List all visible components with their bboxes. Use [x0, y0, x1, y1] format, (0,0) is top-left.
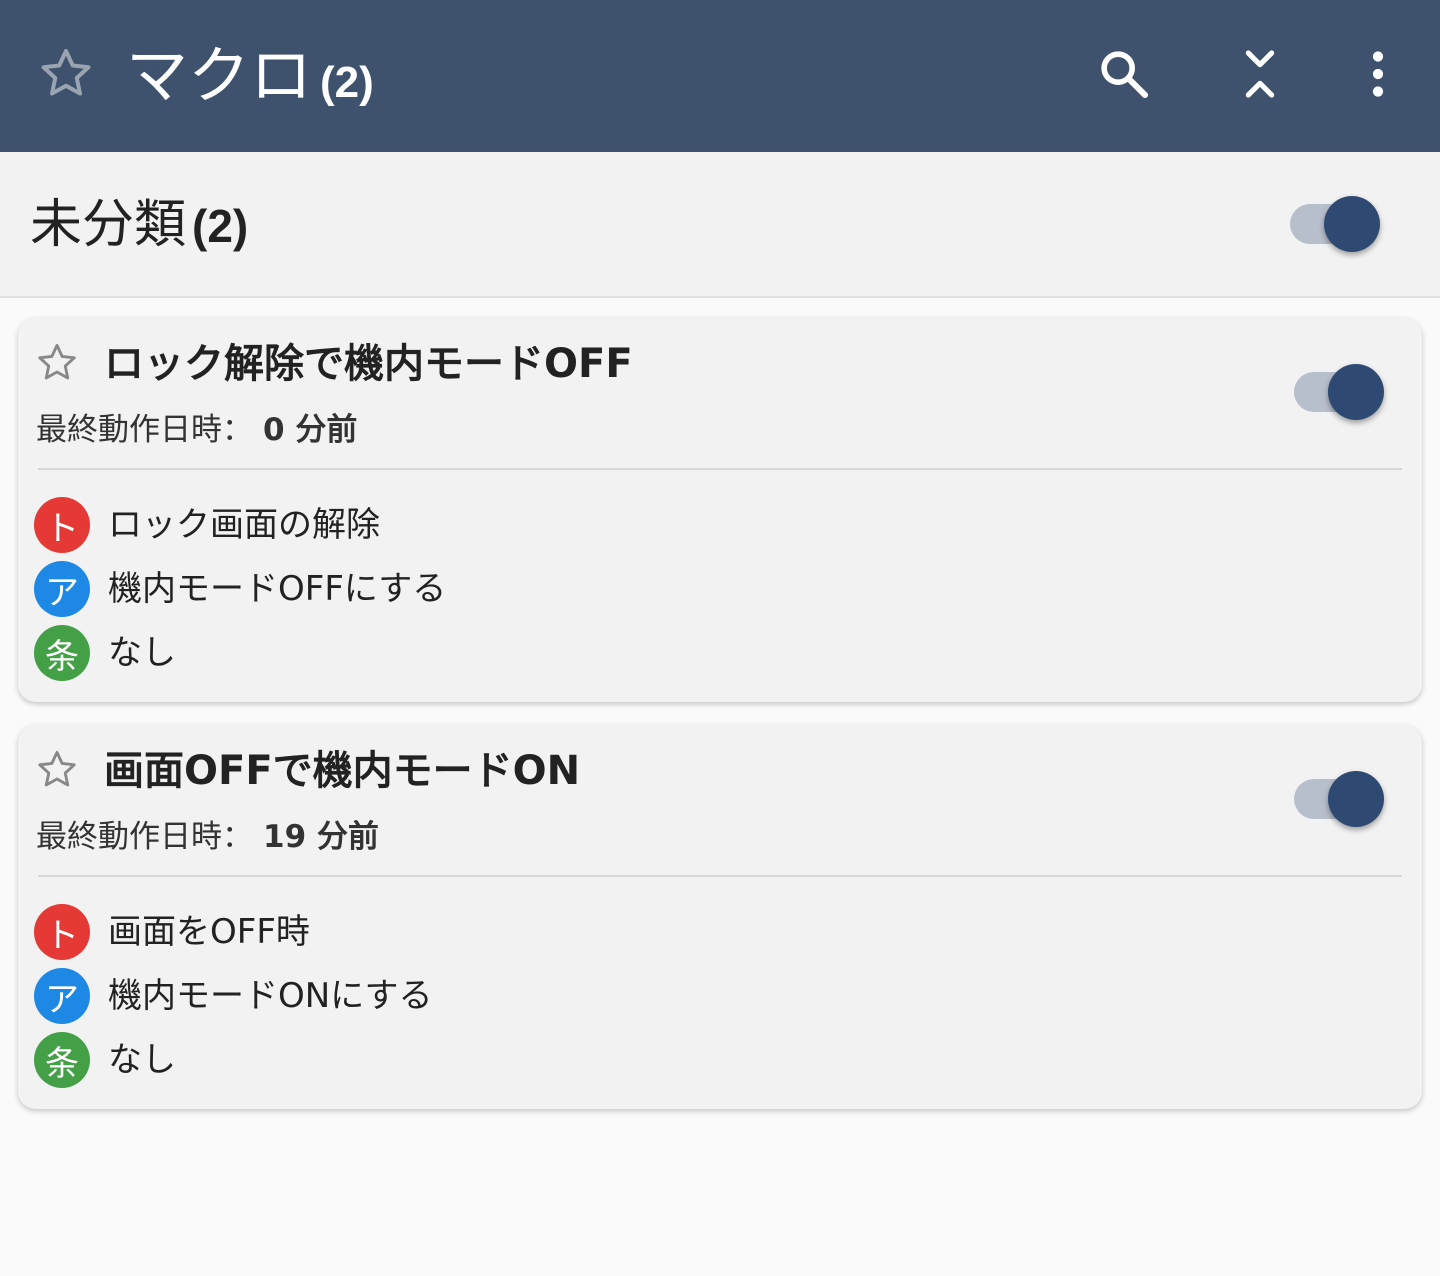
- trigger-text: 画面をOFF時: [108, 912, 310, 952]
- divider: [38, 875, 1402, 877]
- constraint-row: 条 なし: [34, 625, 176, 681]
- action-row: ア 機内モードOFFにする: [34, 561, 446, 617]
- macro-card[interactable]: 画面OFFで機内モードON 最終動作日時： 19 分前 ト 画面をOFF時 ア 機…: [18, 725, 1422, 1109]
- page-title: マクロ (2): [126, 36, 374, 123]
- action-badge: ア: [34, 968, 90, 1024]
- last-run-value: 0 分前: [263, 412, 358, 448]
- constraint-text: なし: [108, 633, 176, 673]
- search-icon: [1101, 51, 1149, 99]
- trigger-row: ト 画面をOFF時: [34, 904, 310, 960]
- more-options-button[interactable]: [1342, 38, 1414, 110]
- constraint-text: なし: [108, 1040, 176, 1080]
- constraint-row: 条 なし: [34, 1032, 176, 1088]
- search-button[interactable]: [1088, 38, 1160, 110]
- category-title: 未分類 (2): [30, 192, 248, 259]
- toggle-thumb: [1328, 364, 1384, 420]
- macro-toggle[interactable]: [1294, 769, 1390, 829]
- trigger-badge: ト: [34, 904, 90, 960]
- star-outline-icon[interactable]: [34, 340, 80, 386]
- page-title-text: マクロ: [126, 39, 313, 112]
- category-toggle[interactable]: [1290, 194, 1386, 254]
- more-vert-icon: [1372, 51, 1384, 97]
- macro-toggle[interactable]: [1294, 362, 1390, 422]
- trigger-row: ト ロック画面の解除: [34, 497, 380, 553]
- collapse-all-button[interactable]: [1224, 38, 1296, 110]
- last-run-value: 19 分前: [263, 819, 379, 855]
- category-title-text: 未分類: [30, 195, 187, 255]
- macro-title: 画面OFFで機内モードON: [104, 748, 581, 794]
- trigger-text: ロック画面の解除: [108, 505, 380, 545]
- last-run-label: 最終動作日時：: [36, 819, 253, 855]
- category-header[interactable]: 未分類 (2): [0, 152, 1440, 298]
- action-badge: ア: [34, 561, 90, 617]
- toggle-thumb: [1324, 196, 1380, 252]
- app-bar: マクロ (2): [0, 0, 1440, 152]
- category-count: (2): [192, 200, 249, 252]
- action-text: 機内モードONにする: [108, 976, 433, 1016]
- last-run: 最終動作日時： 0 分前: [36, 408, 357, 452]
- toggle-thumb: [1328, 771, 1384, 827]
- last-run: 最終動作日時： 19 分前: [36, 815, 379, 859]
- constraint-badge: 条: [34, 1032, 90, 1088]
- last-run-label: 最終動作日時：: [36, 412, 253, 448]
- constraint-badge: 条: [34, 625, 90, 681]
- trigger-badge: ト: [34, 497, 90, 553]
- star-outline-icon[interactable]: [36, 44, 96, 104]
- macro-card[interactable]: ロック解除で機内モードOFF 最終動作日時： 0 分前 ト ロック画面の解除 ア …: [18, 318, 1422, 702]
- action-text: 機内モードOFFにする: [108, 569, 447, 609]
- macro-title: ロック解除で機内モードOFF: [104, 341, 633, 387]
- divider: [38, 468, 1402, 470]
- collapse-all-icon: [1245, 50, 1275, 98]
- action-row: ア 機内モードONにする: [34, 968, 433, 1024]
- star-outline-icon[interactable]: [34, 747, 80, 793]
- macro-count: (2): [320, 58, 374, 107]
